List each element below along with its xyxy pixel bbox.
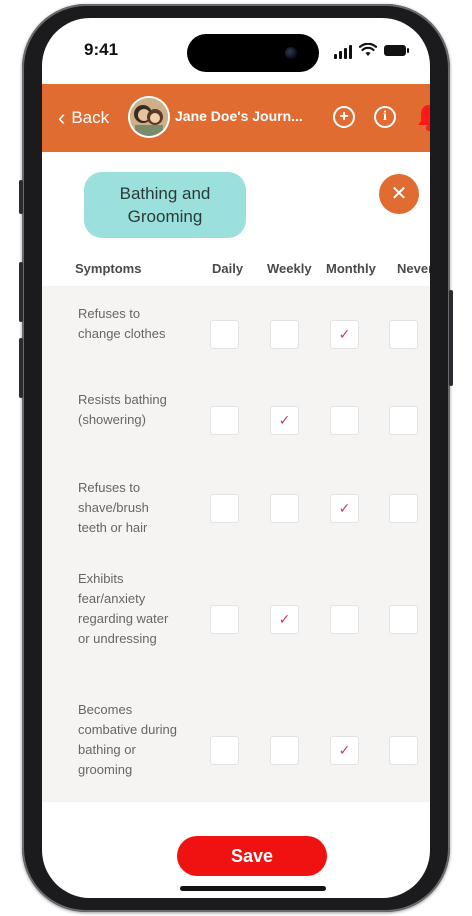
symptom-label: Becomes combative during bathing or groo… bbox=[78, 702, 177, 777]
symptom-label: Resists bathing (showering) bbox=[78, 392, 167, 427]
dynamic-island bbox=[187, 34, 319, 72]
battery-icon bbox=[384, 45, 409, 56]
info-button[interactable]: i bbox=[374, 106, 396, 128]
checkbox-daily[interactable] bbox=[210, 406, 239, 435]
column-header-daily: Daily bbox=[212, 261, 244, 276]
app-screen: 9:41 ‹ Back Jane Doe's Journ... + i Bath… bbox=[42, 18, 430, 898]
avatar[interactable] bbox=[130, 98, 168, 136]
add-button[interactable]: + bbox=[333, 106, 355, 128]
checkbox-weekly[interactable]: ✓ bbox=[270, 605, 299, 634]
category-pill[interactable]: Bathing and Grooming bbox=[84, 172, 246, 238]
status-time: 9:41 bbox=[84, 40, 119, 59]
checkbox-monthly[interactable]: ✓ bbox=[330, 494, 359, 523]
close-icon: ✕ bbox=[390, 183, 408, 205]
back-label: Back bbox=[71, 108, 110, 127]
avatar-photo bbox=[130, 98, 168, 136]
bell-icon bbox=[418, 105, 430, 131]
symptom-label: Refuses to change clothes bbox=[78, 306, 166, 341]
home-indicator bbox=[180, 886, 326, 891]
status-bar: 9:41 bbox=[42, 18, 430, 84]
side-button-volume-down bbox=[19, 338, 23, 398]
symptom-label: Refuses to shave/brush teeth or hair bbox=[78, 480, 149, 535]
checkbox-weekly[interactable]: ✓ bbox=[270, 406, 299, 435]
checkbox-daily[interactable] bbox=[210, 494, 239, 523]
journal-title: Jane Doe's Journ... bbox=[175, 108, 303, 124]
category-label: Bathing and Grooming bbox=[119, 184, 211, 226]
side-button-action bbox=[19, 180, 23, 214]
app-header: ‹ Back Jane Doe's Journ... + i bbox=[42, 84, 430, 152]
column-header-symptoms: Symptoms bbox=[75, 261, 142, 276]
save-button[interactable]: Save bbox=[177, 836, 327, 876]
close-button[interactable]: ✕ bbox=[379, 174, 419, 214]
side-button-power bbox=[449, 290, 453, 386]
checkbox-never[interactable] bbox=[389, 406, 418, 435]
checkbox-monthly[interactable]: ✓ bbox=[330, 736, 359, 765]
checkbox-never[interactable] bbox=[389, 605, 418, 634]
wifi-icon bbox=[359, 43, 377, 56]
status-icons bbox=[334, 43, 414, 59]
checkbox-never[interactable] bbox=[389, 494, 418, 523]
checkbox-weekly[interactable] bbox=[270, 320, 299, 349]
camera-icon bbox=[285, 47, 297, 59]
checkbox-weekly[interactable] bbox=[270, 736, 299, 765]
column-header-weekly: Weekly bbox=[267, 261, 312, 276]
plus-circle-icon: + bbox=[339, 108, 349, 125]
column-header-never: Never bbox=[397, 261, 430, 276]
checkbox-weekly[interactable] bbox=[270, 494, 299, 523]
checkbox-never[interactable] bbox=[389, 320, 418, 349]
notifications-button[interactable] bbox=[415, 102, 430, 132]
chevron-left-icon: ‹ bbox=[58, 105, 66, 130]
checkbox-monthly[interactable] bbox=[330, 605, 359, 634]
checkbox-never[interactable] bbox=[389, 736, 418, 765]
checkbox-daily[interactable] bbox=[210, 320, 239, 349]
checkbox-daily[interactable] bbox=[210, 736, 239, 765]
side-button-volume-up bbox=[19, 262, 23, 322]
info-circle-icon: i bbox=[383, 109, 387, 124]
column-header-monthly: Monthly bbox=[326, 261, 376, 276]
checkbox-daily[interactable] bbox=[210, 605, 239, 634]
back-button[interactable]: ‹ Back bbox=[58, 106, 109, 130]
checkbox-monthly[interactable] bbox=[330, 406, 359, 435]
symptom-label: Exhibits fear/anxiety regarding water or… bbox=[78, 571, 169, 646]
checkbox-monthly[interactable]: ✓ bbox=[330, 320, 359, 349]
